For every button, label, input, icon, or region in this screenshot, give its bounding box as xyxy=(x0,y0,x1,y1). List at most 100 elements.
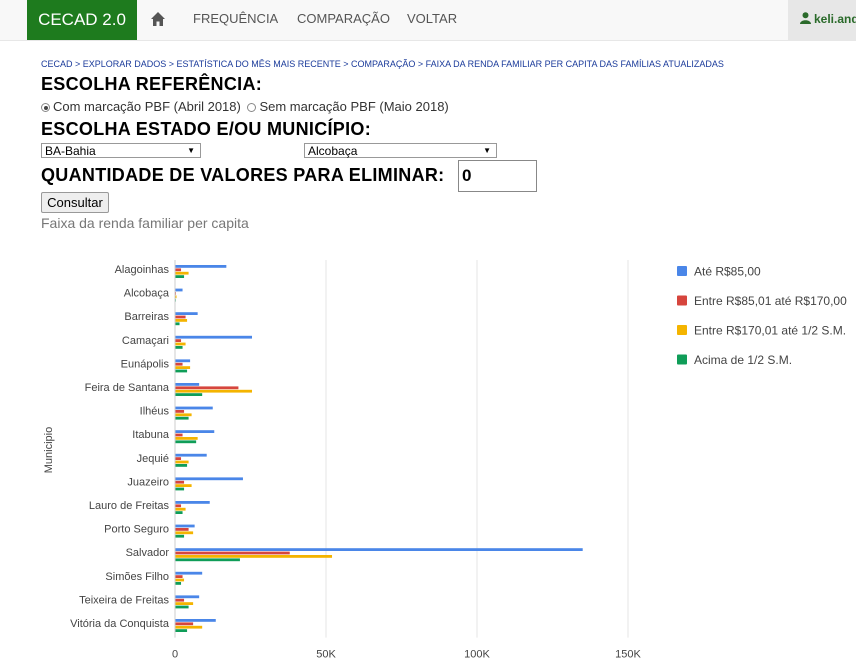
bar-4 xyxy=(175,416,189,420)
brand-logo[interactable]: CECAD 2.0 xyxy=(27,0,137,40)
legend-swatch xyxy=(677,266,687,276)
category-label: Itabuna xyxy=(132,429,170,441)
bar-3 xyxy=(175,531,194,535)
category-label: Salvador xyxy=(126,547,170,559)
bar-3 xyxy=(175,389,253,393)
category-label: Camaçari xyxy=(122,335,169,347)
category-label: Vitória da Conquista xyxy=(70,618,170,630)
legend-label: Até R$85,00 xyxy=(694,265,761,279)
bar-3 xyxy=(175,342,186,346)
bar-2 xyxy=(175,480,185,484)
state-dropdown-arrow-icon: ▼ xyxy=(187,146,195,155)
nav-frequencia[interactable]: FREQUÊNCIA xyxy=(193,0,278,38)
bar-1 xyxy=(175,312,198,315)
nav-voltar[interactable]: VOLTAR xyxy=(407,0,457,38)
state-select[interactable]: BA-Bahia ▼ xyxy=(41,143,201,158)
bar-2 xyxy=(175,504,182,508)
breadcrumb[interactable]: CECAD > EXPLORAR DADOS > ESTATÍSTICA DO … xyxy=(41,59,724,69)
bar-4 xyxy=(175,629,188,632)
bar-1 xyxy=(175,265,227,268)
bar-2 xyxy=(175,457,182,460)
bar-4 xyxy=(175,464,188,467)
state-select-value: BA-Bahia xyxy=(45,144,96,158)
category-label: Teixeira de Freitas xyxy=(79,594,169,606)
state-title: ESCOLHA ESTADO E/OU MUNICÍPIO: xyxy=(41,119,372,139)
quantity-input[interactable]: 0 xyxy=(458,160,537,192)
user-menu[interactable]: keli.and xyxy=(788,0,856,40)
radio-without-pbf[interactable] xyxy=(247,103,257,112)
bar-1 xyxy=(175,406,213,410)
category-label: Ilhéus xyxy=(140,406,170,418)
bar-3 xyxy=(175,366,191,369)
bar-3 xyxy=(175,602,194,605)
category-label: Feira de Santana xyxy=(85,382,170,394)
category-label: Alcobaça xyxy=(124,288,170,300)
consultar-button[interactable]: Consultar xyxy=(41,192,109,213)
bar-2 xyxy=(175,362,183,366)
bar-3 xyxy=(175,555,333,558)
bar-1 xyxy=(175,430,215,433)
reference-title: ESCOLHA REFERÊNCIA: xyxy=(41,74,263,94)
bar-4 xyxy=(175,440,197,444)
bar-2 xyxy=(175,315,186,319)
bar-2 xyxy=(175,433,183,437)
legend-label: Acima de 1/2 S.M. xyxy=(694,353,792,367)
bar-1 xyxy=(175,383,200,386)
bar-2 xyxy=(175,410,185,413)
bar-4 xyxy=(175,582,182,585)
bar-1 xyxy=(175,595,200,599)
legend-label: Entre R$170,01 até 1/2 S.M. xyxy=(694,324,846,338)
navbar: CECAD 2.0 FREQUÊNCIA COMPARAÇÃO VOLTAR k… xyxy=(0,0,856,41)
bar-2 xyxy=(175,339,182,342)
x-tick-label: 150K xyxy=(615,649,641,661)
category-label: Jequié xyxy=(137,453,169,465)
y-axis-label: Municipio xyxy=(43,427,55,473)
bar-4 xyxy=(175,369,188,373)
bar-4 xyxy=(175,393,203,396)
bar-4 xyxy=(175,534,185,538)
bar-3 xyxy=(175,460,189,464)
legend-swatch xyxy=(677,354,687,365)
bar-4 xyxy=(175,275,185,278)
bar-4 xyxy=(175,487,185,491)
user-icon xyxy=(800,12,811,24)
bar-chart: 0 50K 100K 150K Alagoinhas Alcobaça Barreiras C… xyxy=(43,260,847,661)
bar-1 xyxy=(175,359,191,363)
radio-with-pbf-label: Com marcação PBF (Abril 2018) xyxy=(53,99,241,114)
bar-4 xyxy=(175,511,183,514)
category-label: Juazeiro xyxy=(127,476,169,488)
legend-label: Entre R$85,01 até R$170,00 xyxy=(694,294,847,308)
category-label: Barreiras xyxy=(124,311,169,323)
bar-3 xyxy=(175,437,198,440)
bar-3 xyxy=(175,319,188,322)
municipality-select[interactable]: Alcobaça ▼ xyxy=(304,143,497,158)
bar-3 xyxy=(175,413,192,417)
reference-radio-group: Com marcação PBF (Abril 2018) Sem marcaç… xyxy=(41,99,449,114)
bar-3 xyxy=(175,484,192,487)
bar-1 xyxy=(175,335,253,339)
municipality-dropdown-arrow-icon: ▼ xyxy=(483,146,491,155)
bar-2 xyxy=(175,268,182,272)
bar-4 xyxy=(175,322,180,326)
home-icon[interactable] xyxy=(150,11,166,27)
category-label: Porto Seguro xyxy=(104,524,169,536)
bar-4 xyxy=(175,346,183,349)
bar-1 xyxy=(175,619,216,622)
legend-swatch xyxy=(677,325,687,335)
nav-comparacao[interactable]: COMPARAÇÃO xyxy=(297,0,390,38)
bar-2 xyxy=(175,622,194,626)
legend-swatch xyxy=(677,295,687,306)
bar-1 xyxy=(175,288,183,292)
radio-with-pbf[interactable] xyxy=(41,103,50,112)
bar-1 xyxy=(175,477,243,481)
quantity-title: QUANTIDADE DE VALORES PARA ELIMINAR: xyxy=(41,165,445,185)
category-label: Simões Filho xyxy=(105,571,169,583)
bar-2 xyxy=(175,551,290,555)
bar-3 xyxy=(175,625,203,629)
bar-1 xyxy=(175,548,583,551)
x-tick-label: 50K xyxy=(316,649,336,661)
radio-without-pbf-label: Sem marcação PBF (Maio 2018) xyxy=(259,99,449,114)
user-name: keli.and xyxy=(814,12,856,26)
bar-3 xyxy=(175,507,186,511)
bar-2 xyxy=(175,386,239,390)
